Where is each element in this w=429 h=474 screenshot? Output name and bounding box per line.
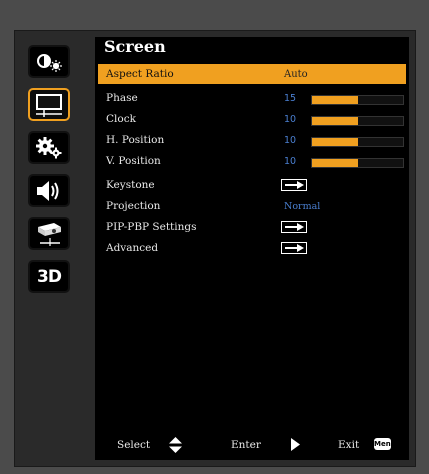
tab-settings[interactable] [28,131,70,164]
clock-slider-fill [312,117,358,125]
menu-item-pip-pbp-settings[interactable]: PIP-PBP Settings [98,217,406,237]
menu-item-label: Clock [106,113,136,125]
speaker-icon [37,180,59,201]
h-position-value: 10 [284,135,297,146]
menu-item-label: H. Position [106,134,165,146]
pip-pbp-enter-button[interactable] [281,221,307,233]
menu-item-label: Aspect Ratio [106,68,174,80]
enter-arrow-icon [285,223,304,231]
clock-value: 10 [284,114,297,125]
v-position-slider[interactable] [311,158,404,168]
menu-item-label: PIP-PBP Settings [106,221,197,233]
right-arrow-icon [291,438,300,451]
menu-item-aspect-ratio[interactable]: Aspect Ratio Auto [98,64,406,84]
keystone-enter-button[interactable] [281,179,307,191]
menu-item-label: Advanced [106,242,159,254]
enter-hint-label: Enter [231,439,261,451]
phase-slider[interactable] [311,95,404,105]
menu-item-projection[interactable]: Projection Normal [98,196,406,216]
exit-hint-label: Exit [338,439,360,451]
osd-menu-window: 3D Screen Aspect Ratio Auto Phase 15 Clo… [14,30,416,467]
h-position-slider-fill [312,138,358,146]
clock-slider[interactable] [311,116,404,126]
projection-value: Normal [284,201,321,212]
tab-image[interactable] [28,45,70,78]
menu-item-clock[interactable]: Clock 10 [98,109,406,129]
menu-item-h-position[interactable]: H. Position 10 [98,130,406,150]
menu-footer: Select Enter Exit Menu [95,435,409,455]
menu-key-icon: Menu [374,438,396,450]
screen-icon [36,93,62,117]
enter-arrow-icon [285,181,304,189]
gears-icon [36,136,62,158]
tab-projector[interactable] [28,217,70,250]
up-down-arrows-icon [169,437,182,453]
menu-item-label: Keystone [106,179,155,191]
advanced-enter-button[interactable] [281,242,307,254]
menu-item-label: Projection [106,200,161,212]
projector-icon [38,222,61,246]
menu-item-keystone[interactable]: Keystone [98,175,406,195]
select-hint-label: Select [117,439,151,451]
menu-title: Screen [104,37,166,56]
menu-item-label: V. Position [106,155,161,167]
v-position-value: 10 [284,156,297,167]
tab-3d[interactable]: 3D [28,260,70,293]
aspect-ratio-value: Auto [284,69,308,80]
menu-item-label: Phase [106,92,138,104]
h-position-slider[interactable] [311,137,404,147]
menu-panel: Screen Aspect Ratio Auto Phase 15 Clock … [95,37,409,460]
brightness-icon [37,53,62,72]
3d-icon: 3D [37,266,62,287]
enter-arrow-icon [285,244,304,252]
menu-item-v-position[interactable]: V. Position 10 [98,151,406,171]
menu-item-phase[interactable]: Phase 15 [98,88,406,108]
tab-screen[interactable] [28,88,70,121]
phase-value: 15 [284,93,297,104]
menu-item-advanced[interactable]: Advanced [98,238,406,258]
phase-slider-fill [312,96,358,104]
v-position-slider-fill [312,159,358,167]
menu-sidebar: 3D [17,37,95,461]
tab-volume[interactable] [28,174,70,207]
